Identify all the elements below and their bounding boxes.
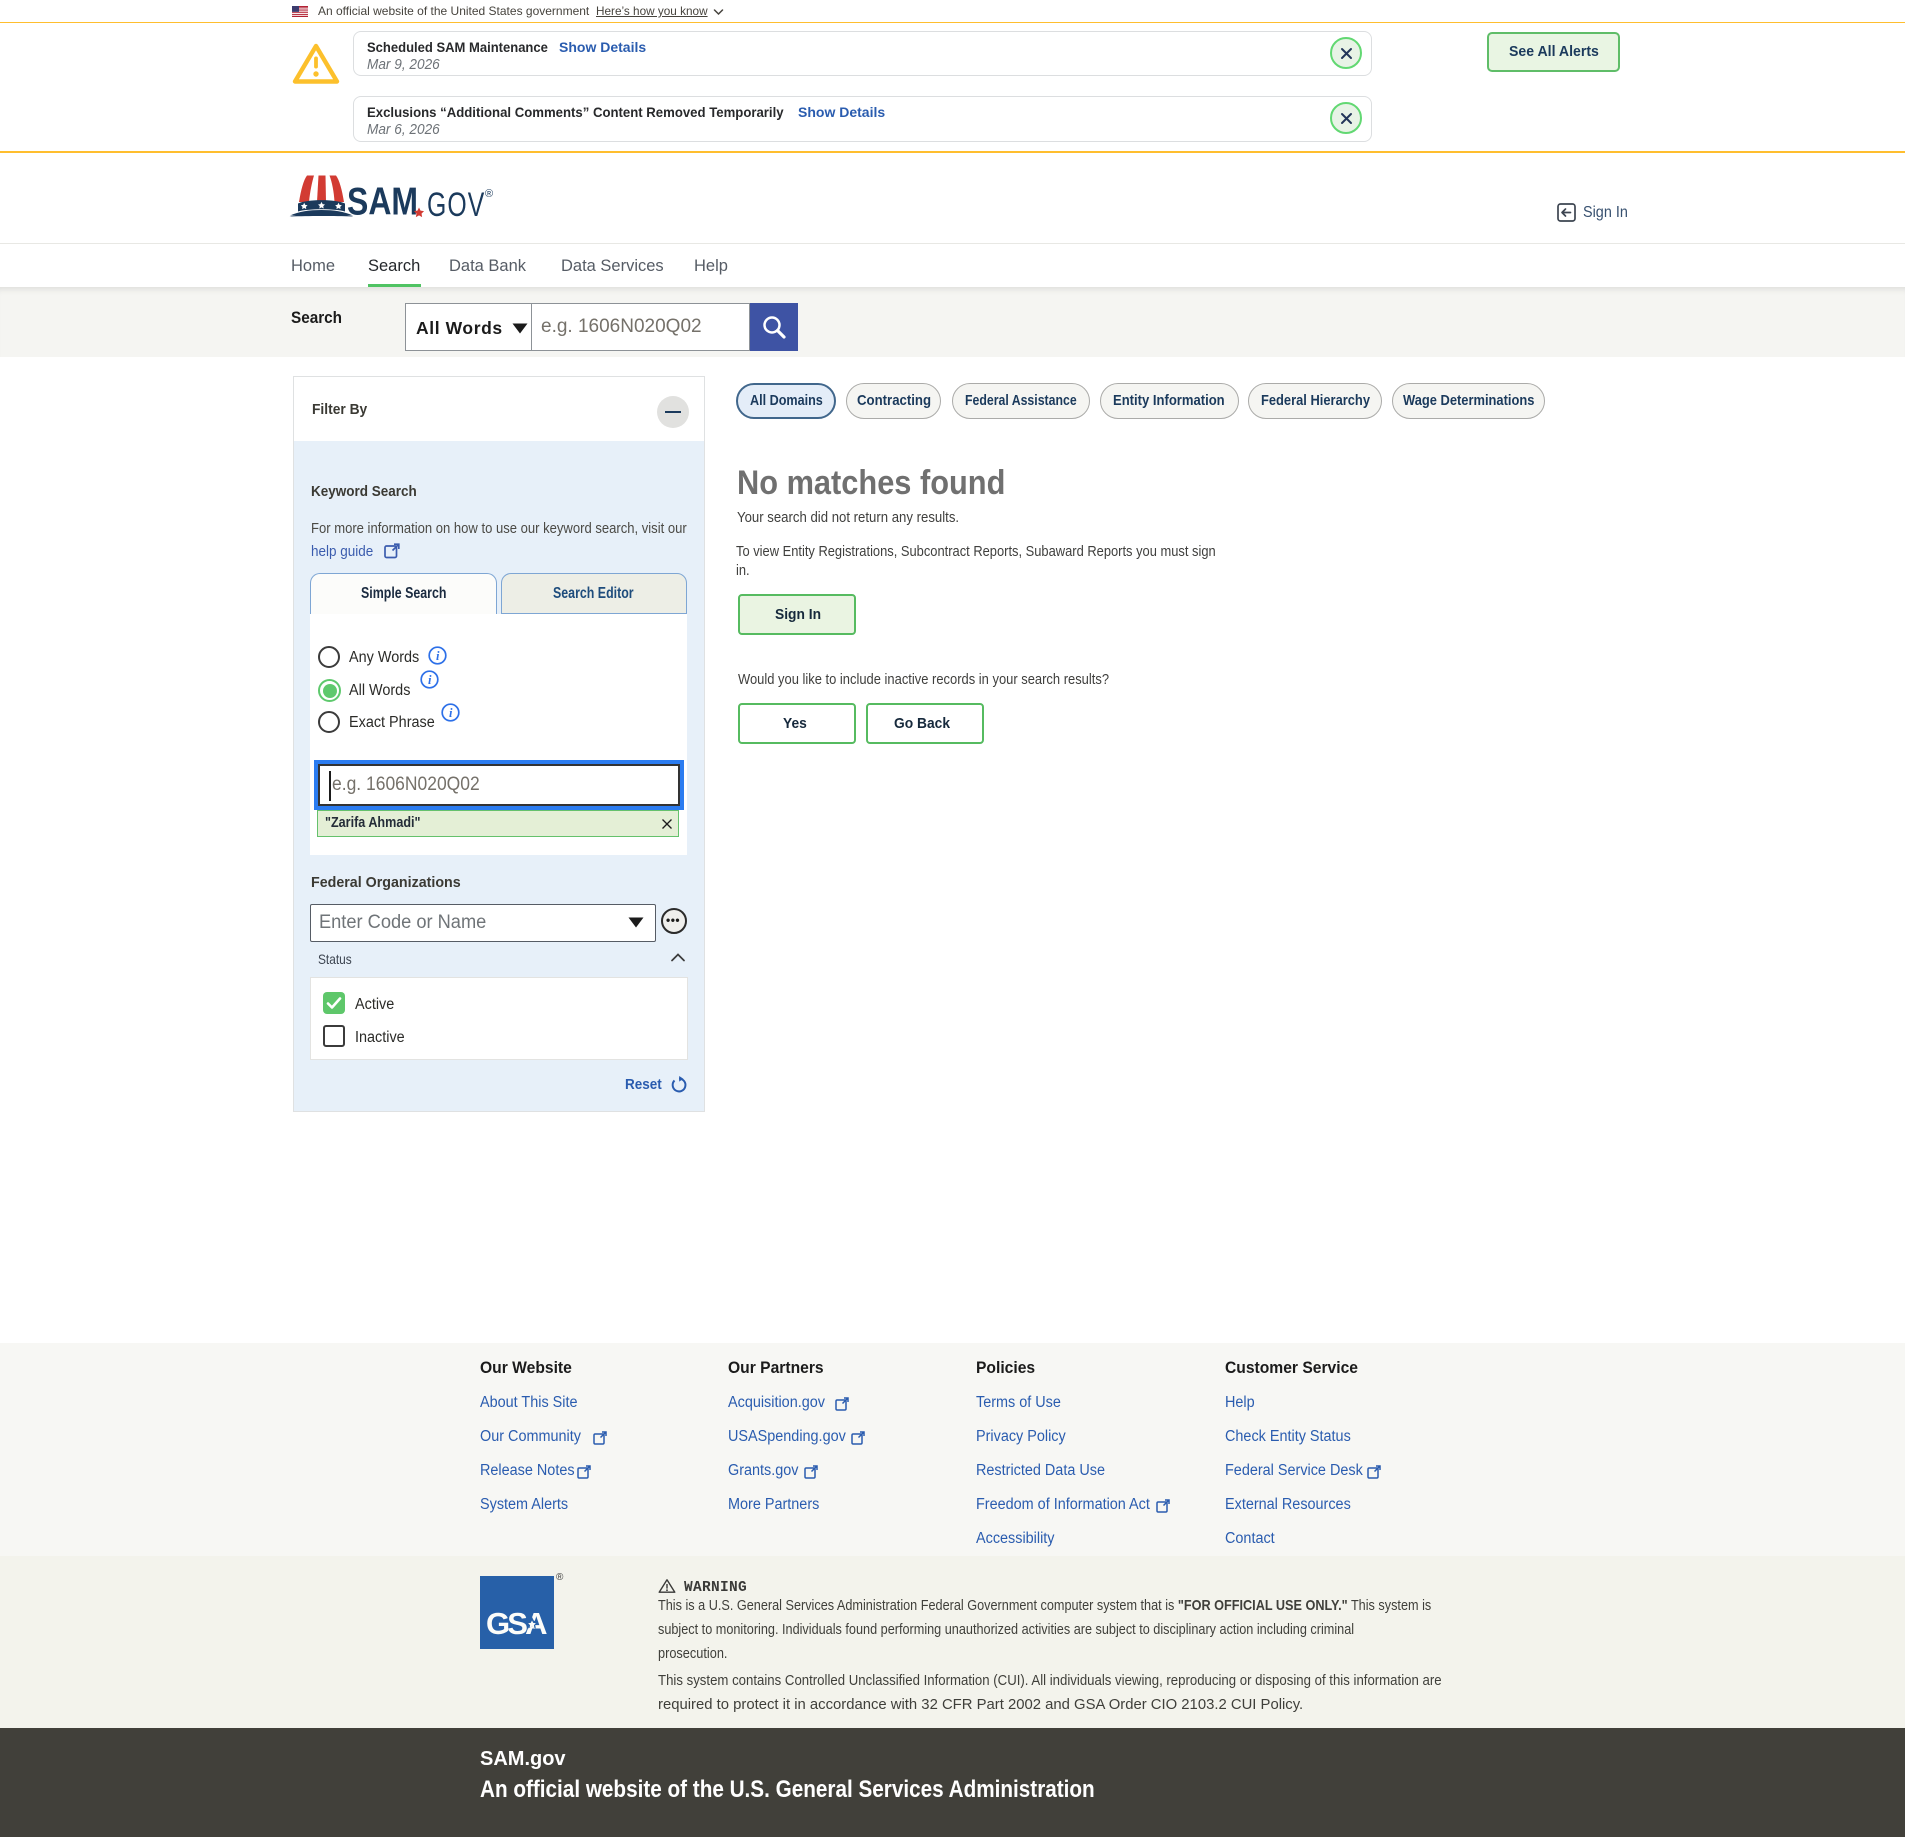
svg-text:GSA: GSA bbox=[486, 1606, 547, 1640]
svg-text:®: ® bbox=[485, 188, 493, 200]
svg-text:SAM: SAM bbox=[347, 180, 418, 224]
svg-text:GOV: GOV bbox=[427, 186, 485, 224]
svg-text:i: i bbox=[428, 673, 432, 687]
svg-text:i: i bbox=[449, 706, 453, 720]
svg-text:i: i bbox=[436, 649, 440, 663]
